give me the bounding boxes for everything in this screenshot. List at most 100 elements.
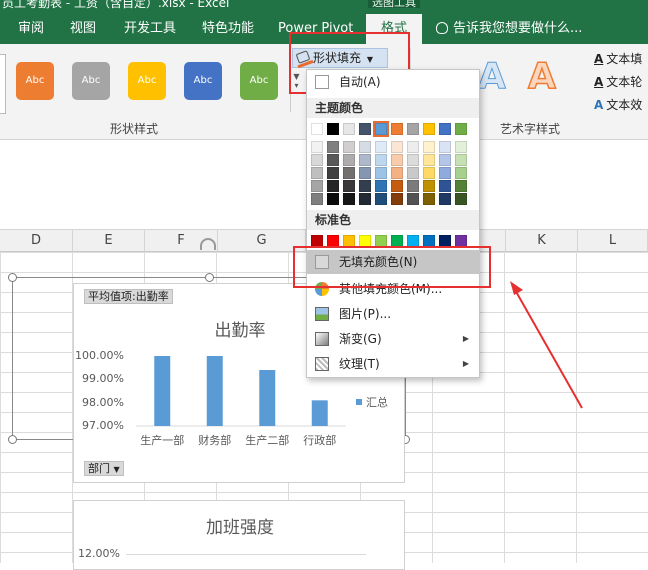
text-fill-command[interactable]: A 文本填 [594, 50, 642, 67]
theme-shade-swatch[interactable] [423, 193, 435, 205]
theme-shade-swatch[interactable] [391, 193, 403, 205]
style-preset-partial[interactable] [0, 54, 6, 114]
shape-style-preset[interactable]: Abc [16, 62, 54, 100]
theme-shade-swatch[interactable] [343, 167, 355, 179]
theme-shade-swatch[interactable] [359, 193, 371, 205]
theme-shade-swatch[interactable] [375, 141, 387, 153]
theme-shade-swatch[interactable] [343, 180, 355, 192]
theme-shade-swatch[interactable] [327, 154, 339, 166]
theme-shade-swatch[interactable] [407, 154, 419, 166]
theme-shade-swatch[interactable] [391, 141, 403, 153]
x-tick-label: 财务部 [198, 434, 232, 447]
theme-color-swatch[interactable] [407, 123, 419, 135]
theme-shade-swatch[interactable] [423, 154, 435, 166]
theme-color-swatch[interactable] [455, 123, 467, 135]
shape-style-preset[interactable]: Abc [184, 62, 222, 100]
theme-shade-swatch[interactable] [407, 141, 419, 153]
theme-color-swatch[interactable] [391, 123, 403, 135]
theme-shade-swatch[interactable] [391, 154, 403, 166]
rotate-handle-icon[interactable] [200, 238, 216, 250]
bar[interactable] [206, 356, 223, 426]
theme-shade-swatch[interactable] [391, 167, 403, 179]
theme-shade-swatch[interactable] [359, 154, 371, 166]
theme-shade-swatch[interactable] [455, 180, 467, 192]
theme-shade-swatch[interactable] [311, 154, 323, 166]
theme-shade-swatch[interactable] [423, 167, 435, 179]
column-header-l[interactable]: L [578, 230, 648, 252]
column-header-k[interactable]: K [506, 230, 578, 252]
theme-shade-swatch[interactable] [311, 141, 323, 153]
theme-shade-swatch[interactable] [359, 141, 371, 153]
theme-shade-swatch[interactable] [423, 141, 435, 153]
menu-item-texture[interactable]: 纹理(T) ▶ [307, 352, 479, 376]
wordart-style-orange[interactable]: A [527, 55, 556, 98]
theme-shade-swatch[interactable] [375, 154, 387, 166]
theme-shade-swatch[interactable] [423, 180, 435, 192]
overtime-chart[interactable]: 加班强度 12.00% [73, 500, 405, 570]
menu-item-gradient[interactable]: 渐变(G) ▶ [307, 327, 479, 351]
wordart-style-blue[interactable]: A [478, 56, 507, 98]
tab-3[interactable]: 特色功能 [202, 14, 254, 44]
theme-shade-swatch[interactable] [375, 180, 387, 192]
shape-style-preset[interactable]: Abc [128, 62, 166, 100]
theme-shade-swatch[interactable] [327, 193, 339, 205]
theme-shade-swatch[interactable] [375, 167, 387, 179]
resize-handle[interactable] [205, 273, 214, 282]
theme-shade-swatch[interactable] [311, 180, 323, 192]
theme-shade-swatch[interactable] [407, 193, 419, 205]
theme-shade-swatch[interactable] [455, 141, 467, 153]
theme-shade-swatch[interactable] [311, 193, 323, 205]
legend-swatch [356, 399, 362, 405]
tell-me-search[interactable]: 告诉我您想要做什么... [436, 14, 582, 44]
pivot-axis-field-button[interactable]: 部门 ▼ [84, 461, 124, 476]
bar[interactable] [311, 400, 328, 426]
theme-shade-swatch[interactable] [343, 193, 355, 205]
resize-handle[interactable] [8, 435, 17, 444]
theme-color-swatch[interactable] [423, 123, 435, 135]
theme-shade-swatch[interactable] [343, 141, 355, 153]
tab-0[interactable]: 审阅 [18, 14, 44, 44]
theme-shade-swatch[interactable] [455, 154, 467, 166]
column-header-d[interactable]: D [0, 230, 73, 252]
theme-color-swatch[interactable] [359, 123, 371, 135]
theme-shade-swatch[interactable] [439, 193, 451, 205]
x-tick-label: 生产二部 [245, 434, 290, 447]
theme-shade-swatch[interactable] [311, 167, 323, 179]
theme-shade-swatch[interactable] [439, 180, 451, 192]
theme-shade-swatch[interactable] [455, 167, 467, 179]
y-tick-label: 98.00% [82, 395, 124, 409]
tab-2[interactable]: 开发工具 [124, 14, 176, 44]
theme-shade-swatch[interactable] [407, 167, 419, 179]
theme-shade-swatch[interactable] [359, 167, 371, 179]
text-effects-command[interactable]: A 文本效 [594, 96, 642, 113]
column-header-e[interactable]: E [73, 230, 145, 252]
theme-shade-swatch[interactable] [359, 180, 371, 192]
menu-item-picture[interactable]: 图片(P)... [307, 302, 479, 326]
theme-color-swatch[interactable] [311, 123, 323, 135]
shape-style-preset[interactable]: Abc [240, 62, 278, 100]
chevron-right-icon: ▶ [462, 334, 469, 343]
theme-shade-swatch[interactable] [455, 193, 467, 205]
theme-color-swatch[interactable] [373, 121, 389, 137]
theme-shade-swatch[interactable] [439, 167, 451, 179]
bar[interactable] [259, 370, 276, 426]
theme-shade-swatch[interactable] [327, 180, 339, 192]
theme-color-swatch[interactable] [439, 123, 451, 135]
resize-handle[interactable] [8, 273, 17, 282]
theme-color-swatch[interactable] [343, 123, 355, 135]
theme-shade-swatch[interactable] [375, 193, 387, 205]
theme-shade-swatch[interactable] [407, 180, 419, 192]
tab-1[interactable]: 视图 [70, 14, 96, 44]
bar[interactable] [154, 356, 171, 426]
text-outline-command[interactable]: A 文本轮 [594, 73, 642, 90]
menu-item-automatic[interactable]: 自动(A) [307, 70, 479, 94]
theme-shade-swatch[interactable] [327, 141, 339, 153]
shape-styles-group-label: 形状样式 [110, 122, 159, 136]
theme-shade-swatch[interactable] [343, 154, 355, 166]
shape-style-preset[interactable]: Abc [72, 62, 110, 100]
theme-shade-swatch[interactable] [439, 141, 451, 153]
theme-shade-swatch[interactable] [327, 167, 339, 179]
theme-color-swatch[interactable] [327, 123, 339, 135]
theme-shade-swatch[interactable] [439, 154, 451, 166]
theme-shade-swatch[interactable] [391, 180, 403, 192]
